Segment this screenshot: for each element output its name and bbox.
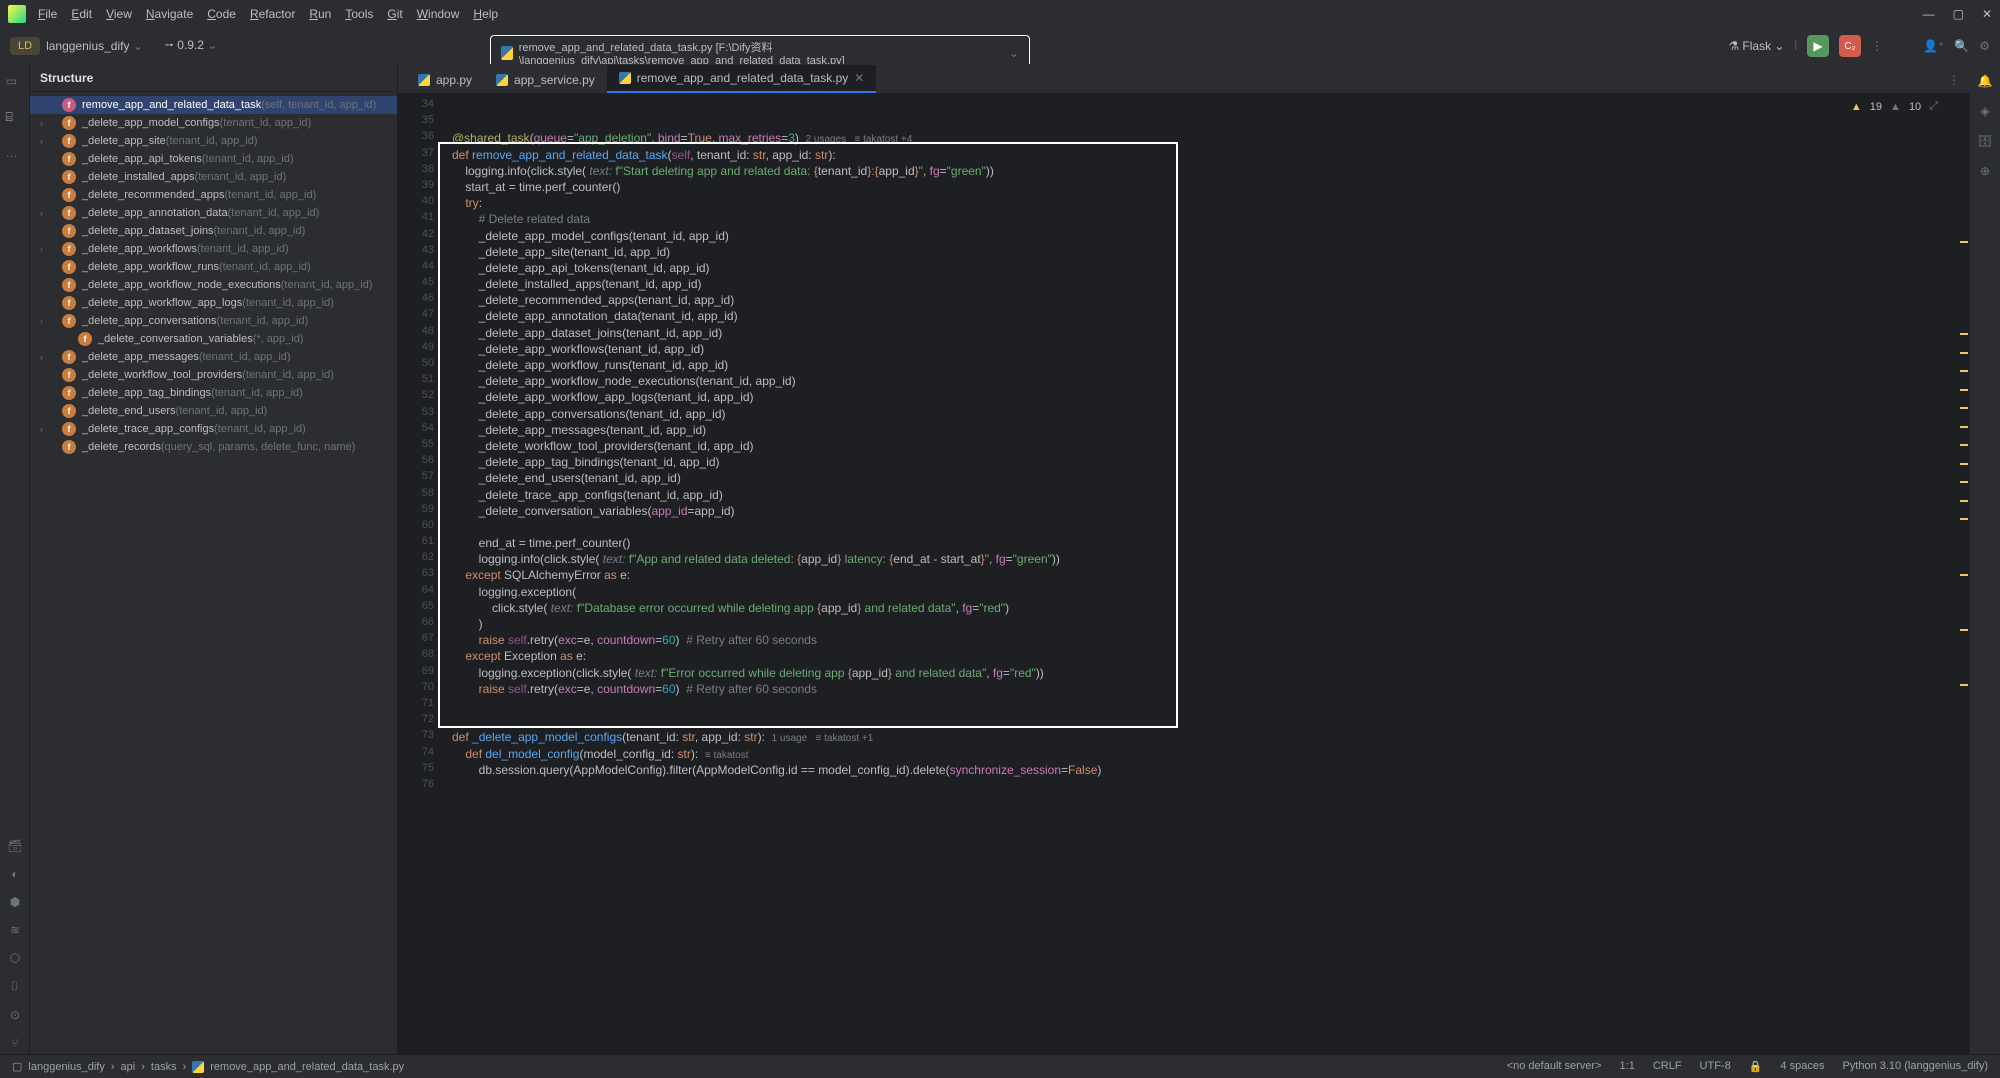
structure-item[interactable]: f_delete_installed_apps(tenant_id, app_i… — [30, 168, 397, 186]
editor-tabs: app.pyapp_service.pyremove_app_and_relat… — [398, 64, 1970, 94]
close-icon[interactable]: ✕ — [1982, 7, 1992, 21]
editor: app.pyapp_service.pyremove_app_and_relat… — [398, 64, 1970, 1054]
menu-view[interactable]: View — [106, 7, 132, 21]
python-file-icon — [192, 1061, 204, 1073]
settings-icon[interactable]: ⚙ — [1979, 39, 1990, 53]
structure-tool-icon[interactable]: ⌸ — [6, 110, 24, 128]
app-logo — [8, 5, 26, 23]
python-packages-icon[interactable]: ◐ — [11, 867, 18, 881]
search-everywhere-icon[interactable]: 🔍 — [1954, 39, 1969, 53]
layers-icon[interactable]: ≋ — [10, 923, 20, 937]
project-tool-icon[interactable]: ▭ — [6, 74, 24, 92]
menu-tools[interactable]: Tools — [345, 7, 373, 21]
main-menu: File Edit View Navigate Code Refactor Run Tools… — [38, 7, 498, 21]
menu-git[interactable]: Git — [387, 7, 402, 21]
ai-assistant-icon[interactable]: ◈ — [1980, 104, 1989, 118]
structure-item[interactable]: ›f_delete_trace_app_configs(tenant_id, a… — [30, 420, 397, 438]
vcs-widget-icon[interactable]: ⦚ — [1794, 39, 1797, 54]
structure-item[interactable]: ›f_delete_app_site(tenant_id, app_id) — [30, 132, 397, 150]
problems-icon[interactable]: ⊙ — [10, 1008, 20, 1022]
menu-help[interactable]: Help — [473, 7, 498, 21]
chevron-down-icon[interactable]: ⌄ — [1009, 46, 1019, 60]
structure-item[interactable]: f_delete_app_api_tokens(tenant_id, app_i… — [30, 150, 397, 168]
project-name[interactable]: langgenius_dify ⌄ — [46, 39, 143, 53]
menu-window[interactable]: Window — [417, 7, 460, 21]
menu-run[interactable]: Run — [309, 7, 331, 21]
notifications-icon[interactable]: 🔔 — [1978, 74, 1993, 88]
module-icon: ▢ — [12, 1060, 22, 1073]
terminal-icon[interactable]: ⌷ — [11, 979, 18, 994]
tabs-more-icon[interactable]: ⋮ — [1938, 67, 1970, 93]
run-config[interactable]: ⚗ Flask ⌄ — [1728, 39, 1784, 53]
vcs-branch[interactable]: ⭬ 0.9.2 ⌄ — [165, 36, 218, 57]
line-separator[interactable]: CRLF — [1653, 1060, 1682, 1073]
menu-code[interactable]: Code — [207, 7, 236, 21]
maximize-icon[interactable]: ▢ — [1953, 7, 1964, 21]
structure-item[interactable]: f_delete_app_workflow_app_logs(tenant_id… — [30, 294, 397, 312]
menu-refactor[interactable]: Refactor — [250, 7, 295, 21]
structure-item[interactable]: f_delete_conversation_variables(*, app_i… — [30, 330, 397, 348]
project-badge: LD — [10, 37, 40, 55]
status-bar: ▢ langgenius_dify› api› tasks› remove_ap… — [0, 1054, 2000, 1078]
caret-position[interactable]: 1:1 — [1620, 1060, 1635, 1073]
structure-item[interactable]: ›f_delete_app_messages(tenant_id, app_id… — [30, 348, 397, 366]
menu-edit[interactable]: Edit — [71, 7, 92, 21]
structure-item[interactable]: ›f_delete_app_workflows(tenant_id, app_i… — [30, 240, 397, 258]
structure-item[interactable]: f_delete_app_workflow_runs(tenant_id, ap… — [30, 258, 397, 276]
tab[interactable]: app_service.py — [484, 67, 607, 93]
endpoints-icon-2[interactable]: ⬡ — [10, 951, 20, 965]
structure-item[interactable]: f_delete_app_dataset_joins(tenant_id, ap… — [30, 222, 397, 240]
titlebar: File Edit View Navigate Code Refactor Run Tools… — [0, 0, 2000, 28]
tab[interactable]: remove_app_and_related_data_task.py ✕ — [607, 65, 877, 93]
error-stripe[interactable] — [1958, 130, 1970, 1054]
python-file-icon — [501, 46, 513, 60]
server-indicator[interactable]: <no default server> — [1507, 1060, 1602, 1073]
readonly-icon[interactable]: 🔒 — [1749, 1060, 1763, 1073]
menu-navigate[interactable]: Navigate — [146, 7, 193, 21]
window-controls: — ▢ ✕ — [1923, 7, 1992, 21]
menu-file[interactable]: File — [38, 7, 57, 21]
interpreter[interactable]: Python 3.10 (langgenius_dify) — [1842, 1060, 1988, 1073]
structure-panel: Structure fremove_app_and_related_data_t… — [30, 64, 398, 1054]
structure-item[interactable]: f_delete_app_workflow_node_executions(te… — [30, 276, 397, 294]
structure-item[interactable]: ›f_delete_app_conversations(tenant_id, a… — [30, 312, 397, 330]
structure-header: Structure — [30, 64, 397, 92]
code-area[interactable]: @shared_task(queue="app_deletion", bind=… — [444, 94, 1970, 1054]
endpoints-icon[interactable]: ⊕ — [1980, 164, 1990, 178]
minimize-icon[interactable]: — — [1923, 7, 1935, 21]
indent[interactable]: 4 spaces — [1780, 1060, 1824, 1073]
encoding[interactable]: UTF-8 — [1700, 1060, 1731, 1073]
structure-item[interactable]: fremove_app_and_related_data_task(self, … — [30, 96, 397, 114]
stop-button[interactable]: C₂ — [1839, 35, 1861, 57]
structure-item[interactable]: f_delete_records(query_sql, params, dele… — [30, 438, 397, 456]
right-tool-stripe: 🔔 ◈ 🗄 ⊕ — [1970, 64, 2000, 1054]
left-bottom-tools: 🗃 ◐ ⬢ ≋ ⬡ ⌷ ⊙ ⑂ — [0, 839, 30, 1050]
more-actions-icon[interactable]: ⋮ — [1871, 39, 1883, 53]
line-gutter[interactable]: 3435363738394041424344454647484950515253… — [398, 94, 444, 1054]
more-tool-icon[interactable]: … — [6, 146, 24, 164]
database-tool-icon[interactable]: 🗄 — [1977, 134, 1992, 148]
structure-item[interactable]: f_delete_workflow_tool_providers(tenant_… — [30, 366, 397, 384]
structure-item[interactable]: f_delete_end_users(tenant_id, app_id) — [30, 402, 397, 420]
run-button[interactable]: ▶ — [1807, 35, 1829, 57]
structure-item[interactable]: f_delete_app_tag_bindings(tenant_id, app… — [30, 384, 397, 402]
tab[interactable]: app.py — [406, 67, 484, 93]
structure-item[interactable]: ›f_delete_app_model_configs(tenant_id, a… — [30, 114, 397, 132]
git-icon[interactable]: ⑂ — [11, 1036, 18, 1050]
database-icon[interactable]: 🗃 — [7, 839, 22, 853]
services-icon[interactable]: ⬢ — [10, 895, 20, 909]
structure-item[interactable]: ›f_delete_app_annotation_data(tenant_id,… — [30, 204, 397, 222]
code-with-me-icon[interactable]: 👤⁺ — [1923, 39, 1944, 53]
breadcrumb[interactable]: ▢ langgenius_dify› api› tasks› remove_ap… — [12, 1060, 404, 1073]
structure-tree[interactable]: fremove_app_and_related_data_task(self, … — [30, 92, 397, 1054]
structure-item[interactable]: f_delete_recommended_apps(tenant_id, app… — [30, 186, 397, 204]
